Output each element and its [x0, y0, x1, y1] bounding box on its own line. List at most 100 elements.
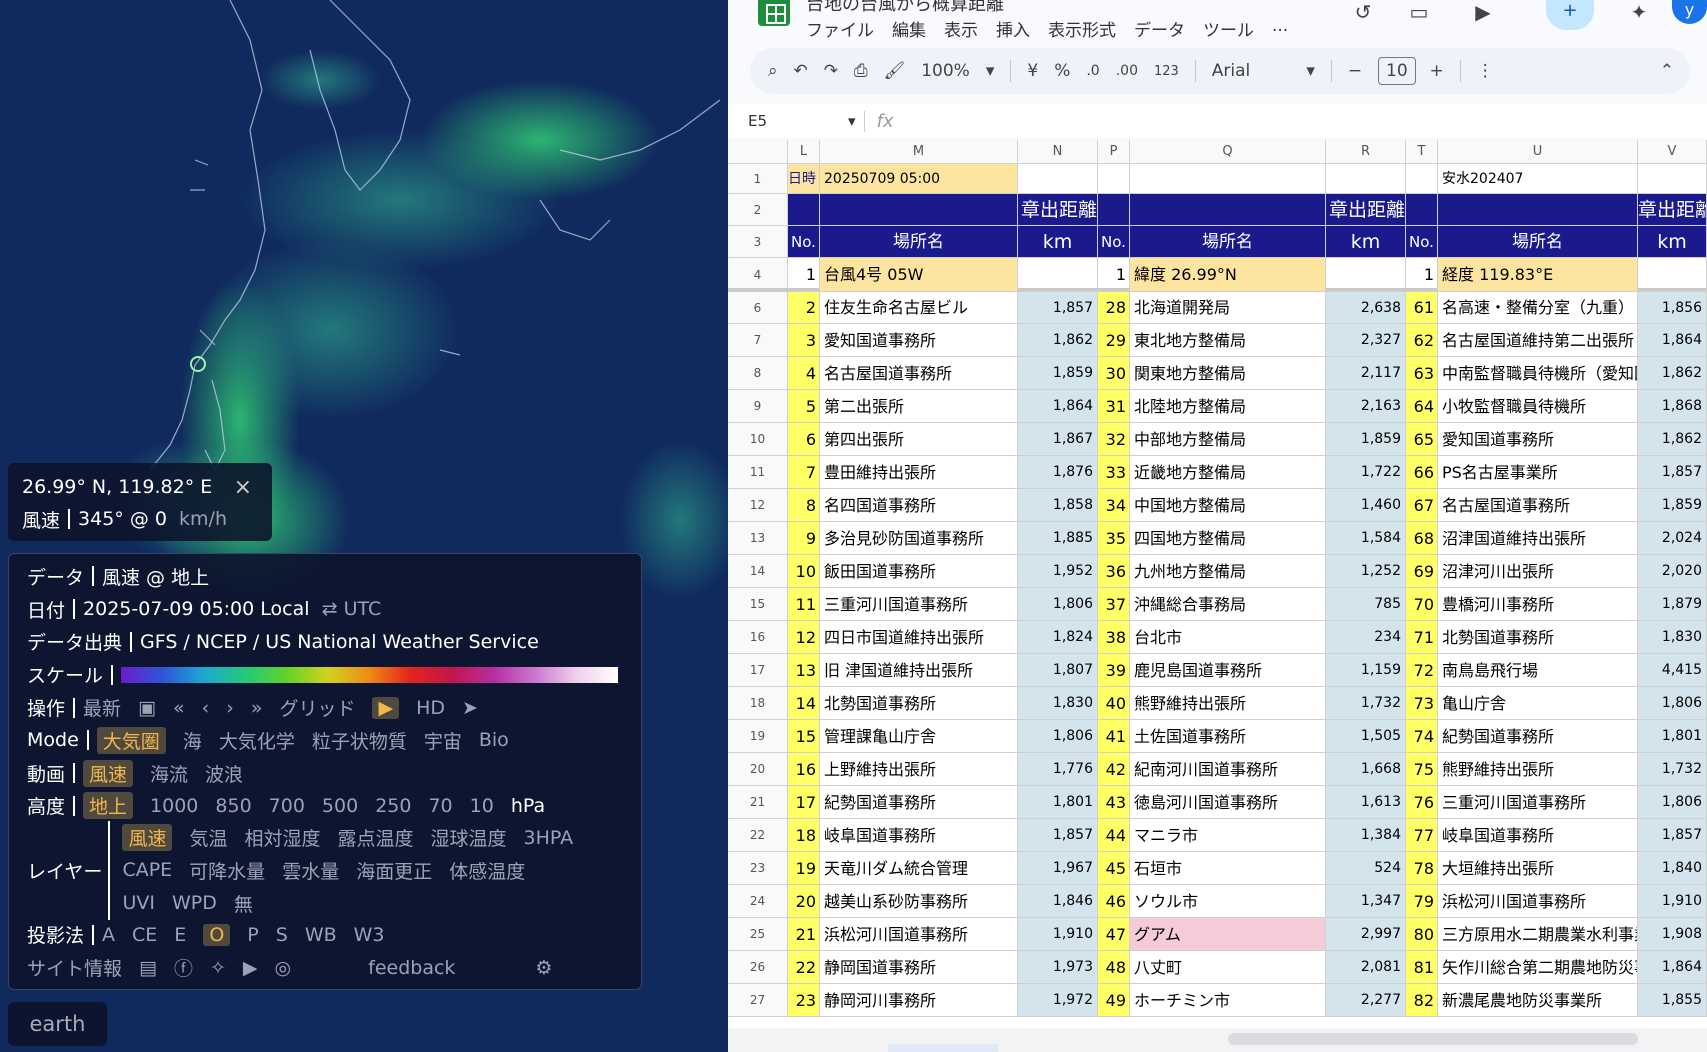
no-cell[interactable]: 78 — [1406, 852, 1438, 885]
km-cell[interactable]: 2,638 — [1326, 292, 1406, 324]
place-cell[interactable]: 八丈町 — [1130, 951, 1326, 984]
calendar-icon[interactable]: ▣ — [138, 697, 156, 719]
currency-format-button[interactable]: ¥ — [1027, 61, 1038, 81]
empty-cell[interactable] — [1406, 164, 1438, 194]
km-cell[interactable]: 1,864 — [1638, 951, 1707, 984]
sheets-logo-icon[interactable] — [758, 0, 790, 26]
km-cell[interactable]: 234 — [1326, 621, 1406, 654]
scrollbar-thumb[interactable] — [1228, 1033, 1638, 1045]
km-cell[interactable] — [1638, 258, 1707, 292]
km-cell[interactable]: 1,806 — [1638, 786, 1707, 819]
no-cell[interactable]: 1 — [1098, 258, 1130, 292]
no-cell[interactable]: 17 — [788, 786, 820, 819]
horizontal-scrollbar[interactable] — [728, 1028, 1707, 1052]
row-header-15[interactable]: 15 — [728, 588, 788, 621]
no-cell[interactable]: 67 — [1406, 489, 1438, 522]
km-cell[interactable]: 1,505 — [1326, 720, 1406, 753]
place-cell[interactable]: 亀山庁舎 — [1438, 687, 1638, 720]
layer-dewpoint[interactable]: 露点温度 — [337, 824, 413, 851]
book-icon[interactable]: ▤ — [139, 957, 157, 979]
km-cell[interactable]: 2,163 — [1326, 390, 1406, 423]
place-cell[interactable]: 矢作川総合第二期農地防災事 — [1438, 951, 1638, 984]
proj-p[interactable]: P — [247, 924, 258, 946]
no-cell[interactable]: 71 — [1406, 621, 1438, 654]
km-cell[interactable]: 1,830 — [1018, 687, 1098, 720]
proj-o[interactable]: O — [203, 923, 231, 946]
place-cell[interactable]: ホーチミン市 — [1130, 984, 1326, 1017]
no-cell[interactable]: 13 — [788, 654, 820, 687]
no-header-cell[interactable]: No. — [788, 226, 820, 258]
km-cell[interactable]: 1,857 — [1638, 819, 1707, 852]
layer-wpd[interactable]: WPD — [172, 892, 217, 914]
row-header-3[interactable]: 3 — [728, 226, 788, 258]
km-cell[interactable]: 1,858 — [1018, 489, 1098, 522]
no-cell[interactable]: 22 — [788, 951, 820, 984]
close-icon[interactable]: × — [234, 475, 252, 500]
km-cell[interactable]: 1,864 — [1018, 390, 1098, 423]
km-cell[interactable] — [1018, 258, 1098, 292]
no-cell[interactable]: 37 — [1098, 588, 1130, 621]
place-cell[interactable]: 近畿地方整備局 — [1130, 456, 1326, 489]
no-cell[interactable]: 36 — [1098, 555, 1130, 588]
font-size-input[interactable]: 10 — [1378, 57, 1416, 85]
feedback-link[interactable]: feedback — [368, 957, 455, 979]
menu-insert[interactable]: 挿入 — [996, 16, 1030, 41]
no-cell[interactable]: 12 — [788, 621, 820, 654]
km-cell[interactable]: 1,910 — [1638, 885, 1707, 918]
km-cell[interactable]: 1,885 — [1018, 522, 1098, 555]
empty-cell[interactable] — [1098, 164, 1130, 194]
km-cell[interactable]: 1,801 — [1018, 786, 1098, 819]
anim-currents[interactable]: 海流 — [150, 760, 188, 787]
place-cell[interactable]: 北勢国道事務所 — [820, 687, 1018, 720]
row-header-20[interactable]: 20 — [728, 753, 788, 786]
no-cell[interactable]: 23 — [788, 984, 820, 1017]
km-cell[interactable]: 1,862 — [1638, 357, 1707, 390]
km-cell[interactable]: 1,868 — [1638, 390, 1707, 423]
no-cell[interactable]: 65 — [1406, 423, 1438, 456]
km-header-cell[interactable]: km — [1638, 226, 1707, 258]
layer-temp[interactable]: 気温 — [189, 824, 227, 851]
no-cell[interactable]: 11 — [788, 588, 820, 621]
place-cell[interactable]: 台風4号 05W — [820, 258, 1018, 292]
no-cell[interactable]: 82 — [1406, 984, 1438, 1017]
place-cell[interactable]: 熊野維持出張所 — [1130, 687, 1326, 720]
place-cell[interactable]: 南鳥島飛行場 — [1438, 654, 1638, 687]
row-header-27[interactable]: 27 — [728, 984, 788, 1017]
km-cell[interactable]: 1,859 — [1018, 357, 1098, 390]
km-header-cell[interactable]: km — [1326, 226, 1406, 258]
document-title[interactable]: 台地の台風から概算距離 — [806, 0, 1004, 16]
distance-title-cell[interactable]: 章出距離 — [1018, 194, 1098, 226]
row-header-14[interactable]: 14 — [728, 555, 788, 588]
no-cell[interactable]: 35 — [1098, 522, 1130, 555]
km-cell[interactable]: 1,830 — [1638, 621, 1707, 654]
no-cell[interactable]: 38 — [1098, 621, 1130, 654]
no-cell[interactable]: 33 — [1098, 456, 1130, 489]
row-header-6[interactable]: 6 — [728, 292, 788, 324]
layer-mslp[interactable]: 海面更正 — [356, 857, 432, 884]
km-cell[interactable]: 1,973 — [1018, 951, 1098, 984]
no-header-cell[interactable]: No. — [1406, 226, 1438, 258]
empty-cell[interactable] — [1638, 164, 1707, 194]
no-cell[interactable]: 63 — [1406, 357, 1438, 390]
grid-button[interactable]: グリッド — [279, 694, 355, 721]
place-cell[interactable]: 中部地方整備局 — [1130, 423, 1326, 456]
proj-wb[interactable]: WB — [305, 924, 337, 946]
km-cell[interactable]: 1,460 — [1326, 489, 1406, 522]
km-cell[interactable]: 1,384 — [1326, 819, 1406, 852]
no-cell[interactable]: 74 — [1406, 720, 1438, 753]
header-blank-cell[interactable] — [1130, 194, 1326, 226]
no-cell[interactable]: 2 — [788, 292, 820, 324]
place-cell[interactable]: 天竜川ダム統合管理 — [820, 852, 1018, 885]
instagram-icon[interactable]: ◎ — [275, 957, 292, 979]
place-cell[interactable]: 紀南河川国道事務所 — [1130, 753, 1326, 786]
place-cell[interactable]: 浜松河川国道事務所 — [820, 918, 1018, 951]
height-10[interactable]: 10 — [470, 795, 494, 817]
row-header-9[interactable]: 9 — [728, 390, 788, 423]
no-cell[interactable]: 14 — [788, 687, 820, 720]
place-cell[interactable]: 第二出張所 — [820, 390, 1018, 423]
column-header-M[interactable]: M — [820, 140, 1018, 164]
no-cell[interactable]: 43 — [1098, 786, 1130, 819]
place-cell[interactable]: 名古屋国道事務所 — [820, 357, 1018, 390]
km-cell[interactable]: 1,722 — [1326, 456, 1406, 489]
site-info-link[interactable]: サイト情報 — [27, 954, 122, 981]
